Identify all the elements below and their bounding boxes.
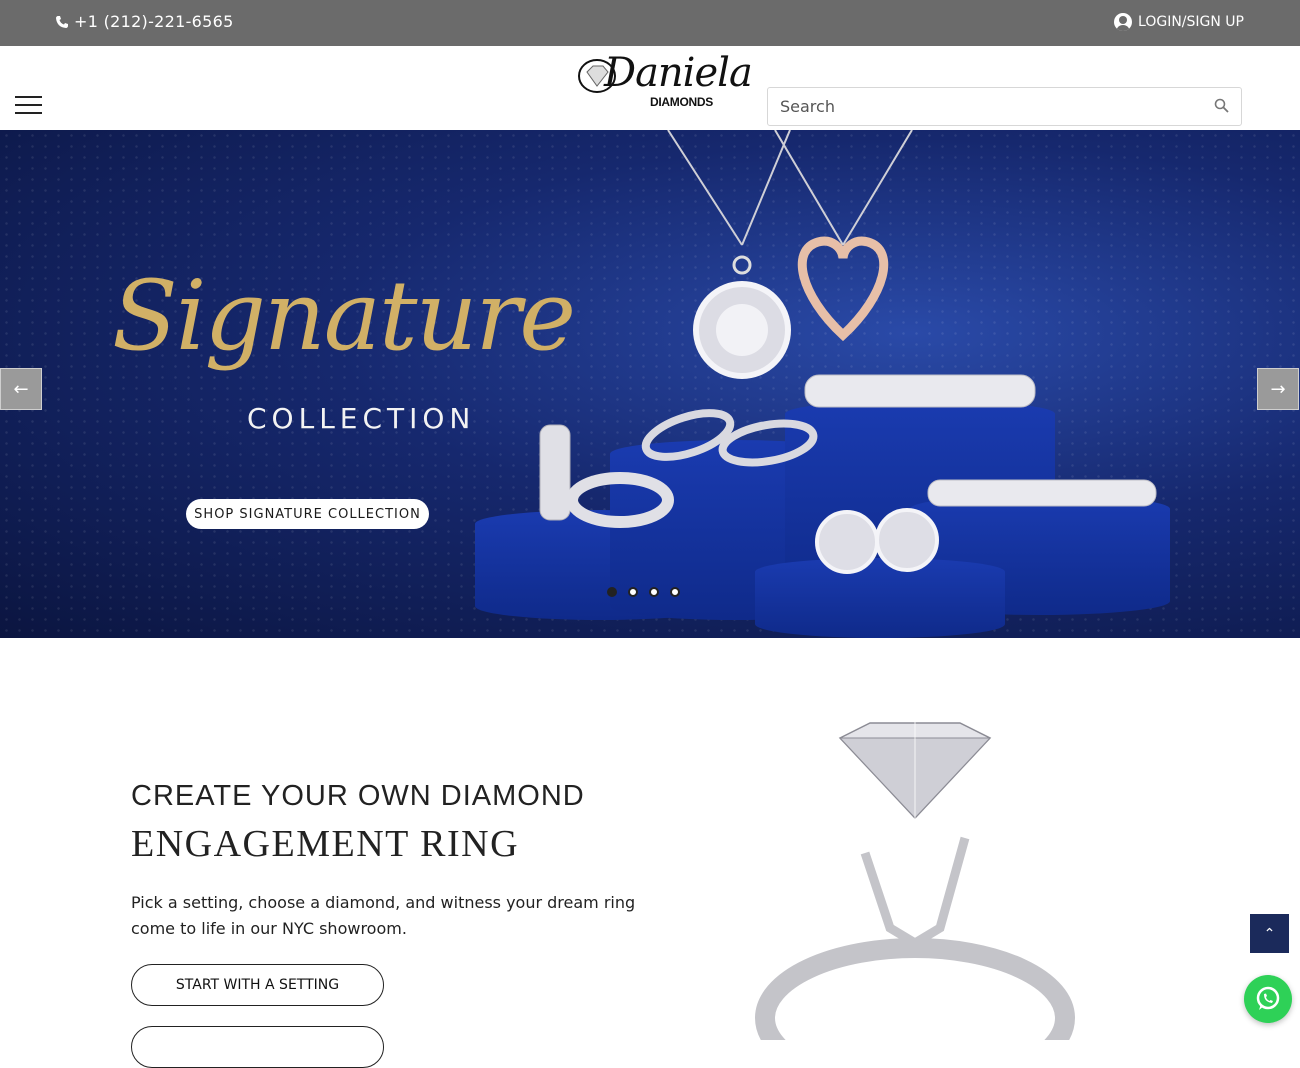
search-icon[interactable] [1214, 98, 1229, 113]
slider-dot[interactable] [628, 587, 638, 597]
engagement-ring-section: CREATE YOUR OWN DIAMOND ENGAGEMENT RING … [0, 638, 1300, 1068]
phone-link[interactable]: +1 (212)-221-6565 [55, 12, 234, 31]
hero-title: Signature [112, 260, 576, 372]
jewelry-illustration [539, 130, 1157, 574]
shop-signature-collection-button[interactable]: SHOP SIGNATURE COLLECTION [186, 499, 429, 529]
phone-number: +1 (212)-221-6565 [74, 12, 234, 31]
slider-dot[interactable] [607, 587, 617, 597]
whatsapp-button[interactable] [1244, 975, 1292, 1023]
secondary-button[interactable] [131, 1026, 384, 1068]
logo-script: Daniela [604, 50, 753, 96]
pendant-round [693, 255, 791, 379]
slider-dots [607, 587, 680, 597]
top-bar: +1 (212)-221-6565 LOGIN/SIGN UP [0, 0, 1300, 46]
slider-dot[interactable] [670, 587, 680, 597]
login-signup-link[interactable]: LOGIN/SIGN UP [1114, 13, 1244, 31]
menu-icon[interactable] [15, 96, 42, 114]
hero-subtitle: COLLECTION [247, 402, 476, 435]
logo[interactable]: Daniela DIAMONDS [574, 46, 753, 126]
stud-earrings [815, 508, 939, 574]
bracelet-right [927, 479, 1157, 507]
logo-sub: DIAMONDS [650, 95, 713, 109]
arrow-right-icon: → [1270, 378, 1286, 400]
site-header: Daniela DIAMONDS [0, 46, 1300, 130]
pendant-heart [797, 236, 889, 342]
search-box [767, 87, 1242, 126]
phone-icon [56, 15, 68, 28]
prev-slide-button[interactable]: ← [0, 368, 42, 410]
scroll-to-top-button[interactable]: ⌃ [1250, 914, 1289, 953]
user-icon [1114, 13, 1133, 31]
ring-image [755, 698, 1075, 1040]
arrow-left-icon: ← [13, 378, 29, 400]
whatsapp-icon [1256, 986, 1280, 1010]
login-label: LOGIN/SIGN UP [1138, 14, 1244, 30]
search-input[interactable] [778, 96, 1202, 117]
ring-setting [755, 836, 1075, 1040]
start-with-setting-button[interactable]: START WITH A SETTING [131, 964, 384, 1006]
chevron-up-icon: ⌃ [1263, 925, 1276, 942]
section-description: Pick a setting, choose a diamond, and wi… [131, 893, 636, 938]
section-eyebrow: CREATE YOUR OWN DIAMOND [131, 780, 585, 812]
section-heading: ENGAGEMENT RING [131, 823, 520, 865]
hero-slider: Signature COLLECTION SHOP SIGNATURE COLL… [0, 130, 1300, 638]
rings [641, 409, 818, 467]
bracelet-top [804, 374, 1036, 408]
next-slide-button[interactable]: → [1257, 368, 1299, 410]
necklace-chains [667, 130, 913, 246]
diamond-gem [838, 698, 992, 838]
slider-dot[interactable] [649, 587, 659, 597]
